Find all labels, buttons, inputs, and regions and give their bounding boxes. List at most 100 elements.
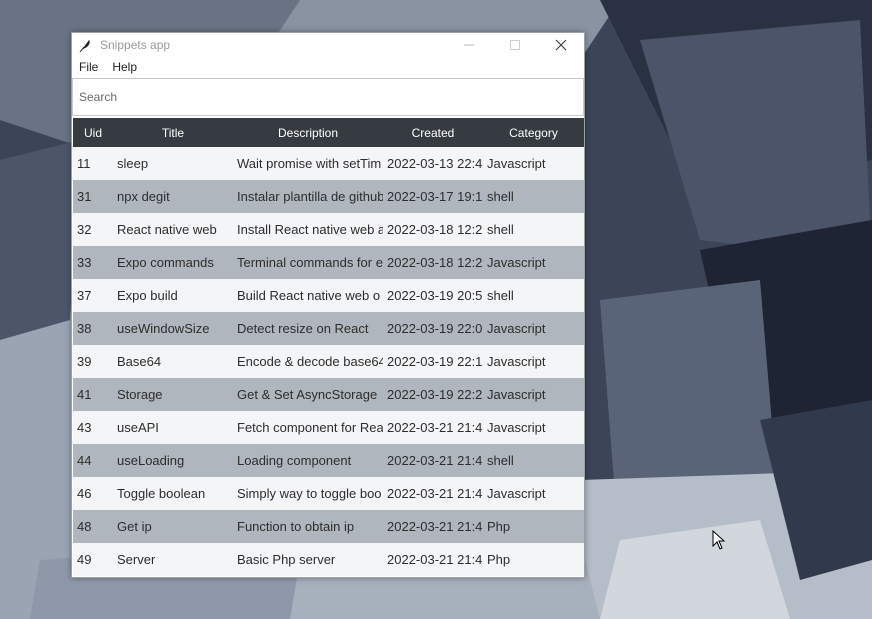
table-row[interactable]: 11 sleep Wait promise with setTim 2022-0… [73,147,584,180]
window-title: Snippets app [100,38,171,52]
cell-title: Base64 [117,354,162,369]
cell-description: Fetch component for Rea [237,420,383,435]
close-icon [555,39,567,51]
cell-uid: 33 [77,255,92,270]
close-button[interactable] [538,33,584,57]
table-row[interactable]: 31 npx degit Instalar plantilla de githu… [73,180,584,213]
cell-category: shell [487,288,514,303]
snippets-table: Uid Title Description Created Category 1… [73,118,584,576]
header-created[interactable]: Created [383,126,483,140]
cell-created: 2022-03-18 12:2 [387,255,483,270]
cell-uid: 32 [77,222,92,237]
cell-title: Storage [117,387,163,402]
cell-title: Get ip [117,519,152,534]
minimize-icon [464,44,474,46]
cell-uid: 11 [77,156,91,171]
cell-title: React native web [117,222,217,237]
table-row[interactable]: 39 Base64 Encode & decode base64 2022-03… [73,345,584,378]
cell-description: Terminal commands for e [237,255,383,270]
title-bar[interactable]: Snippets app [72,33,584,57]
cell-created: 2022-03-21 21:4 [387,552,483,567]
header-category[interactable]: Category [483,126,584,140]
table-row[interactable]: 43 useAPI Fetch component for Rea 2022-0… [73,411,584,444]
cell-category: Javascript [487,156,546,171]
table-row[interactable]: 41 Storage Get & Set AsyncStorage 2022-0… [73,378,584,411]
table-row[interactable]: 44 useLoading Loading component 2022-03-… [73,444,584,477]
table-row[interactable]: 49 Server Basic Php server 2022-03-21 21… [73,543,584,576]
cell-created: 2022-03-19 22:0 [387,321,483,336]
cell-category: Javascript [487,486,546,501]
cell-title: useAPI [117,420,159,435]
cell-uid: 41 [77,387,92,402]
header-description[interactable]: Description [233,126,383,140]
cell-category: Javascript [487,354,546,369]
menu-bar: File Help [72,57,584,78]
cell-category: shell [487,222,514,237]
cell-title: Expo commands [117,255,214,270]
cell-description: Function to obtain ip [237,519,355,534]
table-row[interactable]: 48 Get ip Function to obtain ip 2022-03-… [73,510,584,543]
search-box [72,78,584,116]
menu-help[interactable]: Help [105,57,144,78]
cell-title: sleep [117,156,149,171]
cell-category: Php [487,552,511,567]
cell-created: 2022-03-21 21:4 [387,420,483,435]
maximize-button[interactable] [492,33,538,57]
table-header: Uid Title Description Created Category [73,118,584,147]
table-body: 11 sleep Wait promise with setTim 2022-0… [73,147,584,576]
cell-description: Install React native web a [237,222,383,237]
table-row[interactable]: 32 React native web Install React native… [73,213,584,246]
cell-created: 2022-03-19 22:1 [387,354,483,369]
cell-created: 2022-03-18 12:2 [387,222,483,237]
cell-category: Javascript [487,255,546,270]
cell-category: Php [487,519,511,534]
cell-category: Javascript [487,420,546,435]
table-row[interactable]: 38 useWindowSize Detect resize on React … [73,312,584,345]
table-row[interactable]: 33 Expo commands Terminal commands for e… [73,246,584,279]
minimize-button[interactable] [446,33,492,57]
cell-title: useLoading [117,453,185,468]
header-title[interactable]: Title [113,126,233,140]
maximize-icon [510,40,520,50]
cell-uid: 49 [77,552,92,567]
cell-title: useWindowSize [117,321,210,336]
cell-category: shell [487,453,514,468]
cell-description: Wait promise with setTim [237,156,382,171]
cell-created: 2022-03-19 20:5 [387,288,483,303]
cell-title: Toggle boolean [117,486,206,501]
cell-uid: 39 [77,354,92,369]
cell-created: 2022-03-21 21:4 [387,519,483,534]
cell-created: 2022-03-21 21:4 [387,453,483,468]
cell-uid: 48 [77,519,92,534]
cell-uid: 37 [77,288,92,303]
cell-title: Server [117,552,156,567]
cell-category: Javascript [487,321,546,336]
cell-uid: 38 [77,321,92,336]
mouse-cursor-icon [712,530,726,550]
cell-title: npx degit [117,189,170,204]
cell-uid: 43 [77,420,92,435]
cell-description: Instalar plantilla de github [237,189,383,204]
header-uid[interactable]: Uid [73,126,113,140]
cell-created: 2022-03-19 22:2 [387,387,483,402]
cell-description: Encode & decode base64 [237,354,383,369]
cell-description: Build React native web o [237,288,381,303]
app-window: Snippets app File Help Uid Title Descrip… [71,32,585,578]
table-row[interactable]: 37 Expo build Build React native web o 2… [73,279,584,312]
cell-category: shell [487,189,514,204]
cell-created: 2022-03-13 22:4 [387,156,483,171]
cell-description: Loading component [237,453,352,468]
cell-uid: 44 [77,453,92,468]
cell-created: 2022-03-21 21:4 [387,486,483,501]
feather-icon [79,40,90,52]
menu-file[interactable]: File [72,57,105,78]
cell-description: Detect resize on React [237,321,369,336]
table-row[interactable]: 46 Toggle boolean Simply way to toggle b… [73,477,584,510]
cell-description: Simply way to toggle boo [237,486,382,501]
cell-category: Javascript [487,387,546,402]
cell-description: Basic Php server [237,552,336,567]
cell-title: Expo build [117,288,178,303]
search-input[interactable] [73,79,583,115]
cell-created: 2022-03-17 19:1 [387,189,483,204]
cell-uid: 46 [77,486,92,501]
